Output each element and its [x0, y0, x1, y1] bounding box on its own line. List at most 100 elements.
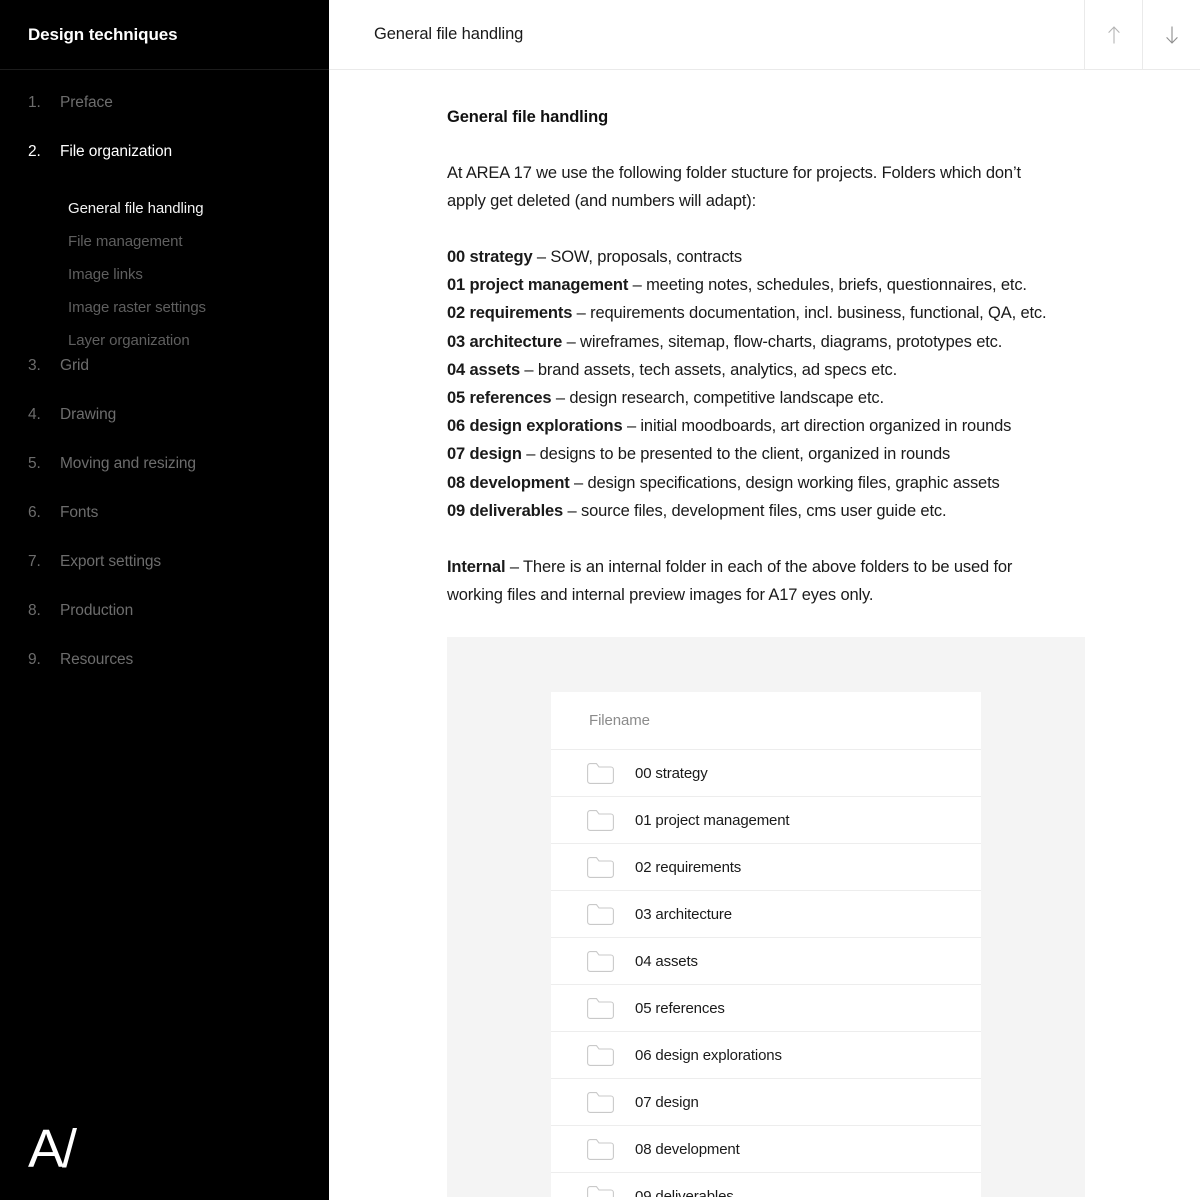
folder-definition-item: 00 strategy – SOW, proposals, contracts — [447, 243, 979, 271]
sidebar-item-grid[interactable]: 3. Grid — [0, 357, 329, 406]
folder-definition-term: 05 references — [447, 389, 552, 408]
sidebar-item-label: Moving and resizing — [60, 455, 196, 472]
sidebar-item-number: 8. — [28, 602, 41, 619]
figure-file-browser: Filename 00 strategy 01 project manageme… — [447, 637, 1085, 1198]
folder-icon — [587, 903, 615, 925]
topbar-title-wrap: General file handling — [329, 0, 1084, 69]
sidebar-item-number: 4. — [28, 406, 41, 423]
folder-definition-term: 03 architecture — [447, 332, 563, 351]
sidebar-subitem-label: File management — [68, 233, 183, 250]
folder-icon — [587, 762, 615, 784]
file-list-row[interactable]: 09 deliverables — [551, 1172, 981, 1198]
sidebar-item-moving-and-resizing[interactable]: 5. Moving and resizing — [0, 455, 329, 504]
sidebar-item-number: 7. — [28, 553, 41, 570]
file-list-row[interactable]: 00 strategy — [551, 749, 981, 796]
sidebar-item-resources[interactable]: 9. Resources — [0, 651, 329, 700]
folder-definition-desc: – SOW, proposals, contracts — [532, 248, 742, 266]
folder-definition-desc: – initial moodboards, art direction orga… — [622, 417, 1012, 436]
folder-definition-term: 08 development — [447, 473, 570, 492]
article-heading: General file handling — [447, 108, 609, 126]
topbar: General file handling — [329, 0, 1200, 70]
sidebar: Design techniques 1. Preface 2. File org… — [0, 0, 329, 1200]
folder-definition-desc: – meeting notes, schedules, briefs, ques… — [628, 276, 1027, 295]
article-intro-paragraph: At AREA 17 we use the following folder s… — [447, 164, 1021, 210]
file-name-label: 09 deliverables — [635, 1187, 734, 1198]
file-name-label: 06 design explorations — [635, 1046, 782, 1064]
internal-folder-paragraph: Internal – There is an internal folder i… — [447, 553, 1037, 609]
folder-definition-term: 06 design explorations — [447, 417, 623, 436]
article-body: General file handling At AREA 17 we use … — [329, 70, 1200, 1198]
sidebar-subitem-label: Image raster settings — [68, 299, 206, 316]
sidebar-subnav-file-organization: General file handling File management Im… — [0, 192, 329, 357]
internal-folder-term: Internal — [447, 558, 506, 577]
folder-icon — [587, 950, 615, 972]
article-inner: General file handling At AREA 17 we use … — [329, 108, 1089, 609]
page-title: General file handling — [374, 25, 524, 43]
sidebar-subitem-image-links[interactable]: Image links — [0, 258, 329, 291]
folder-definition-desc: – design specifications, design working … — [569, 473, 1000, 492]
folder-definition-term: 00 strategy — [447, 248, 533, 266]
file-name-label: 03 architecture — [635, 905, 732, 923]
sidebar-item-label: Production — [60, 602, 134, 619]
folder-icon — [587, 809, 615, 831]
folder-icon — [587, 1091, 615, 1113]
sidebar-subitem-layer-organization[interactable]: Layer organization — [0, 324, 329, 357]
sidebar-subitem-image-raster-settings[interactable]: Image raster settings — [0, 291, 329, 324]
file-list-row[interactable]: 02 requirements — [551, 843, 981, 890]
folder-definition-term: 02 requirements — [447, 304, 573, 323]
next-section-button[interactable] — [1142, 0, 1200, 69]
file-list-row[interactable]: 08 development — [551, 1125, 981, 1172]
file-browser-card: Filename 00 strategy 01 project manageme… — [551, 692, 981, 1198]
file-list-row[interactable]: 03 architecture — [551, 890, 981, 937]
sidebar-subitem-file-management[interactable]: File management — [0, 225, 329, 258]
file-name-label: 01 project management — [635, 811, 790, 829]
sidebar-item-number: 5. — [28, 455, 41, 472]
sidebar-title: Design techniques — [28, 24, 178, 44]
sidebar-item-label: Resources — [60, 651, 134, 668]
folder-definition-item: 09 deliverables – source files, developm… — [447, 497, 979, 525]
sidebar-subitem-label: Layer organization — [68, 332, 190, 349]
folder-definition-item: 04 assets – brand assets, tech assets, a… — [447, 356, 979, 384]
sidebar-item-number: 9. — [28, 651, 41, 668]
folder-icon — [587, 1185, 615, 1198]
file-list-row[interactable]: 06 design explorations — [551, 1031, 981, 1078]
file-list-row[interactable]: 05 references — [551, 984, 981, 1031]
sidebar-item-number: 6. — [28, 504, 41, 521]
folder-definition-desc: – designs to be presented to the client,… — [521, 445, 951, 464]
sidebar-item-file-organization[interactable]: 2. File organization — [0, 143, 329, 192]
sidebar-item-drawing[interactable]: 4. Drawing — [0, 406, 329, 455]
arrow-down-icon — [1163, 25, 1181, 45]
sidebar-item-preface[interactable]: 1. Preface — [0, 94, 329, 143]
sidebar-item-label: Drawing — [60, 406, 117, 423]
sidebar-item-fonts[interactable]: 6. Fonts — [0, 504, 329, 553]
folder-definition-item: 08 development – design specifications, … — [447, 469, 1000, 497]
folder-definition-desc: – requirements documentation, incl. busi… — [572, 304, 1047, 323]
folder-definition-item: 01 project management – meeting notes, s… — [447, 271, 1027, 299]
folder-definition-term: 07 design — [447, 445, 522, 464]
folder-definition-term: 09 deliverables — [447, 501, 564, 520]
sidebar-subitem-general-file-handling[interactable]: General file handling — [0, 192, 329, 225]
sidebar-item-export-settings[interactable]: 7. Export settings — [0, 553, 329, 602]
brand-logo[interactable]: A/ — [28, 1122, 77, 1176]
sidebar-item-production[interactable]: 8. Production — [0, 602, 329, 651]
folder-definition-item: 02 requirements – requirements documenta… — [447, 299, 1047, 327]
folder-definition-item: 07 design – designs to be presented to t… — [447, 440, 979, 468]
folder-icon — [587, 997, 615, 1019]
sidebar-item-number: 1. — [28, 94, 41, 111]
sidebar-item-label: Fonts — [60, 504, 99, 521]
file-list-column-header: Filename — [589, 712, 650, 730]
file-list-row[interactable]: 07 design — [551, 1078, 981, 1125]
folder-definition-item: 03 architecture – wireframes, sitemap, f… — [447, 328, 1002, 356]
sidebar-subitem-label: Image links — [68, 266, 143, 283]
sidebar-item-label: Export settings — [60, 553, 162, 570]
previous-section-button[interactable] — [1084, 0, 1142, 69]
sidebar-item-label: Grid — [60, 357, 89, 374]
sidebar-nav: 1. Preface 2. File organization General … — [0, 70, 329, 700]
file-name-label: 07 design — [635, 1093, 699, 1111]
file-list-row[interactable]: 04 assets — [551, 937, 981, 984]
file-list-row[interactable]: 01 project management — [551, 796, 981, 843]
sidebar-item-number: 3. — [28, 357, 41, 374]
folder-definition-item: 06 design explorations – initial moodboa… — [447, 412, 1011, 440]
file-name-label: 05 references — [635, 999, 725, 1017]
sidebar-item-number: 2. — [28, 143, 41, 160]
